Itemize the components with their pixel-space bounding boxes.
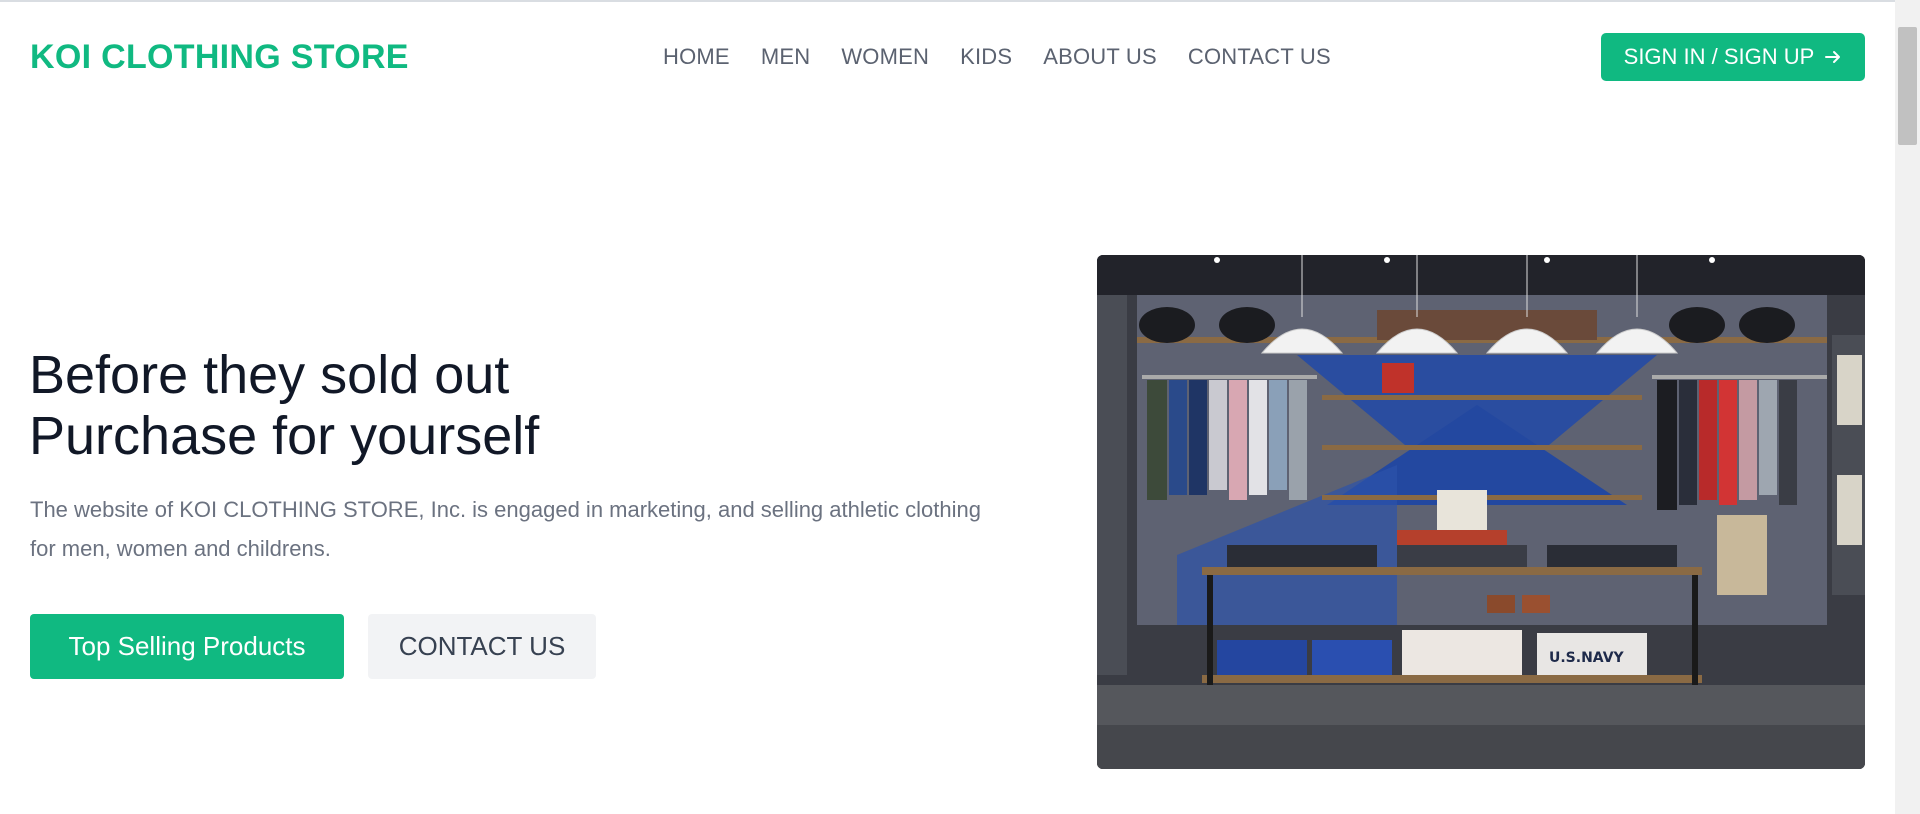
main-nav: HOME MEN WOMEN KIDS ABOUT US CONTACT US <box>663 46 1331 68</box>
hero-headline: Before they sold out Purchase for yourse… <box>29 345 539 467</box>
brand-logo[interactable]: KOI CLOTHING STORE <box>30 40 409 74</box>
sign-in-label: SIGN IN / SIGN UP <box>1623 44 1815 69</box>
nav-item-women[interactable]: WOMEN <box>841 46 929 68</box>
scrollbar-thumb[interactable] <box>1898 27 1917 145</box>
store-interior-image: U.S.NAVY <box>1097 255 1865 769</box>
nav-item-contact-us[interactable]: CONTACT US <box>1188 46 1331 68</box>
nav-item-about-us[interactable]: ABOUT US <box>1043 46 1157 68</box>
page: KOI CLOTHING STORE HOME MEN WOMEN KIDS A… <box>0 0 1895 814</box>
top-selling-products-button[interactable]: Top Selling Products <box>30 614 344 679</box>
arrow-right-icon <box>1824 48 1842 66</box>
navy-shirt-text: U.S.NAVY <box>1549 650 1625 666</box>
nav-item-men[interactable]: MEN <box>761 46 811 68</box>
hero-description: The website of KOI CLOTHING STORE, Inc. … <box>30 497 981 561</box>
headline-line-1: Before they sold out <box>29 345 510 405</box>
nav-item-home[interactable]: HOME <box>663 46 730 68</box>
headline-line-2: Purchase for yourself <box>29 406 540 466</box>
nav-item-kids[interactable]: KIDS <box>960 46 1012 68</box>
sign-in-button[interactable]: SIGN IN / SIGN UP <box>1601 33 1865 81</box>
contact-us-button[interactable]: CONTACT US <box>368 614 596 679</box>
page-scrollbar[interactable] <box>1895 0 1920 814</box>
